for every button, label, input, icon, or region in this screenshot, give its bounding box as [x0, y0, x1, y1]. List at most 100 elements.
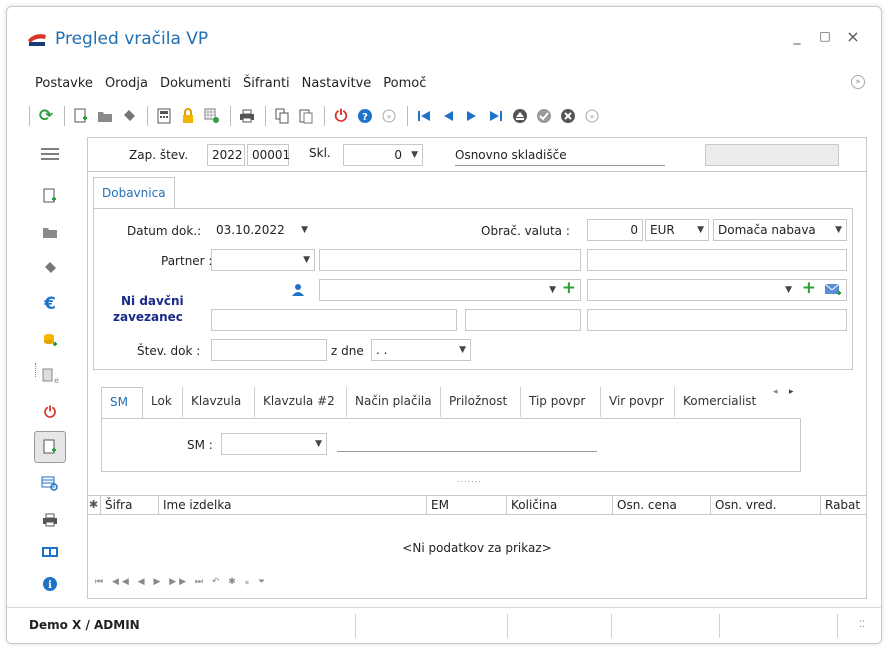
- datum-value: 03.10.2022: [216, 223, 285, 237]
- power-icon[interactable]: ⏻: [330, 105, 352, 127]
- tab-sm[interactable]: SM: [101, 387, 143, 419]
- tab-priloznost[interactable]: Priložnost: [441, 387, 521, 417]
- person-icon: [292, 284, 304, 296]
- lock-icon[interactable]: [177, 105, 199, 127]
- tab-klavzula[interactable]: Klavzula: [183, 387, 255, 417]
- col-rabat[interactable]: Rabat: [821, 495, 867, 515]
- nabava-dropdown[interactable]: Domača nabava ▼: [713, 219, 847, 241]
- currency-euro-icon[interactable]: €: [37, 291, 63, 317]
- confirm-icon[interactable]: [533, 105, 555, 127]
- print-icon[interactable]: [236, 105, 258, 127]
- grid-navigator[interactable]: ⏮ ◀◀ ◀ ▶ ▶▶ ⏭ ↶ ✱ ⁎ ⏷: [95, 577, 268, 587]
- chevron-down-icon: ▼: [697, 225, 704, 235]
- menu-pomoc[interactable]: Pomoč: [377, 75, 432, 95]
- address-field-2[interactable]: [465, 309, 581, 331]
- new-document-icon[interactable]: [70, 105, 92, 127]
- prev-record-icon[interactable]: [437, 105, 459, 127]
- tab-vir-povpr[interactable]: Vir povpr: [601, 387, 675, 417]
- tab-scroll-right-icon[interactable]: ▸: [789, 387, 794, 397]
- valuta-amount-field[interactable]: 0: [587, 219, 643, 241]
- paste-icon[interactable]: [295, 105, 317, 127]
- col-kolicina[interactable]: Količina: [507, 495, 613, 515]
- col-osn-vred[interactable]: Osn. vred.: [711, 495, 821, 515]
- chevron-down-icon: ▼: [835, 225, 842, 235]
- help-icon[interactable]: ?: [354, 105, 376, 127]
- chevron-down-icon: ▼: [303, 255, 310, 265]
- menu-nastavitve[interactable]: Nastavitve: [296, 75, 378, 95]
- splitter-handle[interactable]: .......: [457, 475, 482, 484]
- minimize-button[interactable]: _: [787, 29, 807, 45]
- tab-scroll-left-icon[interactable]: ◂: [773, 387, 778, 397]
- address-field-1[interactable]: [211, 309, 457, 331]
- sidebar-print-icon[interactable]: [37, 507, 63, 533]
- col-osn-cena[interactable]: Osn. cena: [613, 495, 711, 515]
- partner-extra-field[interactable]: [587, 249, 847, 271]
- svg-text:i: i: [48, 580, 52, 591]
- more-icon[interactable]: »: [378, 105, 400, 127]
- calculator-icon[interactable]: [153, 105, 175, 127]
- chevron-down-icon: ▼: [315, 439, 322, 449]
- maximize-button[interactable]: □: [815, 29, 835, 43]
- address-field-3[interactable]: [587, 309, 847, 331]
- resize-grip-icon[interactable]: ⁚⁚: [859, 620, 865, 630]
- tab-lok[interactable]: Lok: [143, 387, 183, 417]
- tab-dobavnica[interactable]: Dobavnica: [93, 177, 175, 209]
- valuta-currency: EUR: [650, 223, 675, 237]
- sidebar-folder-icon[interactable]: [37, 219, 63, 245]
- menu-dokumenti[interactable]: Dokumenti: [154, 75, 237, 95]
- copy-icon[interactable]: [271, 105, 293, 127]
- zap-number-field[interactable]: 00001: [247, 144, 290, 166]
- col-ime-izdelka[interactable]: Ime izdelka: [159, 495, 427, 515]
- new-row-icon[interactable]: ✱: [87, 495, 101, 515]
- zap-year-field[interactable]: 2022: [207, 144, 245, 166]
- add-contact-icon[interactable]: +: [562, 278, 576, 298]
- contact-extra-dropdown[interactable]: ▼ +: [587, 278, 847, 301]
- grid-settings-icon[interactable]: [201, 105, 223, 127]
- sidebar-add-item-icon[interactable]: [34, 431, 66, 463]
- last-record-icon[interactable]: [485, 105, 507, 127]
- open-folder-icon[interactable]: [94, 105, 116, 127]
- first-record-icon[interactable]: [413, 105, 435, 127]
- col-em[interactable]: EM: [427, 495, 507, 515]
- partner-code-dropdown[interactable]: ▼: [211, 249, 315, 271]
- tab-tip-povpr[interactable]: Tip povpr: [521, 387, 601, 417]
- sidebar-document-edit-icon[interactable]: e: [37, 363, 63, 389]
- window-title: Pregled vračila VP: [55, 29, 209, 49]
- menu-postavke[interactable]: Postavke: [29, 75, 99, 95]
- tab-komercialist[interactable]: Komercialist: [675, 387, 767, 417]
- sidebar-table-search-icon[interactable]: [37, 471, 63, 497]
- skl-dropdown[interactable]: 0 ▼: [343, 144, 423, 166]
- contact-dropdown[interactable]: ▼ +: [319, 278, 581, 301]
- partner-name-field[interactable]: [319, 249, 581, 271]
- eraser-icon[interactable]: [118, 105, 140, 127]
- sidebar-panels-icon[interactable]: [37, 539, 63, 565]
- hamburger-menu-icon[interactable]: [37, 141, 63, 167]
- datum-field[interactable]: 03.10.2022 ▼: [211, 219, 313, 241]
- add-item-icon[interactable]: +: [802, 278, 816, 298]
- chevron-down-icon: ▼: [459, 345, 466, 355]
- menu-collapse-icon[interactable]: »: [851, 75, 865, 89]
- cancel-icon[interactable]: [557, 105, 579, 127]
- close-button[interactable]: ×: [843, 27, 863, 46]
- skl-label: Skl.: [309, 146, 331, 160]
- col-sifra[interactable]: Šifra: [101, 495, 159, 515]
- email-add-icon[interactable]: [824, 283, 842, 297]
- menu-sifranti[interactable]: Šifranti: [237, 75, 296, 95]
- sm-name-line: [337, 451, 597, 452]
- tab-klavzula-2[interactable]: Klavzula #2: [255, 387, 347, 417]
- next-record-icon[interactable]: [461, 105, 483, 127]
- sidebar-coins-icon[interactable]: [37, 327, 63, 353]
- menu-orodja[interactable]: Orodja: [99, 75, 154, 95]
- refresh-icon[interactable]: ⟳: [35, 105, 57, 127]
- sidebar-info-icon[interactable]: i: [37, 571, 63, 597]
- more-icon-2[interactable]: »: [581, 105, 603, 127]
- sidebar-eraser-icon[interactable]: [37, 255, 63, 281]
- valuta-currency-dropdown[interactable]: EUR ▼: [645, 219, 709, 241]
- tab-nacin-placila[interactable]: Način plačila: [347, 387, 441, 417]
- sidebar-new-icon[interactable]: [37, 183, 63, 209]
- sidebar-power-icon[interactable]: ⏻: [37, 399, 63, 425]
- z-dne-field[interactable]: . . ▼: [371, 339, 471, 361]
- stev-dok-field[interactable]: [211, 339, 327, 361]
- eject-icon[interactable]: [509, 105, 531, 127]
- sm-dropdown[interactable]: ▼: [221, 433, 327, 455]
